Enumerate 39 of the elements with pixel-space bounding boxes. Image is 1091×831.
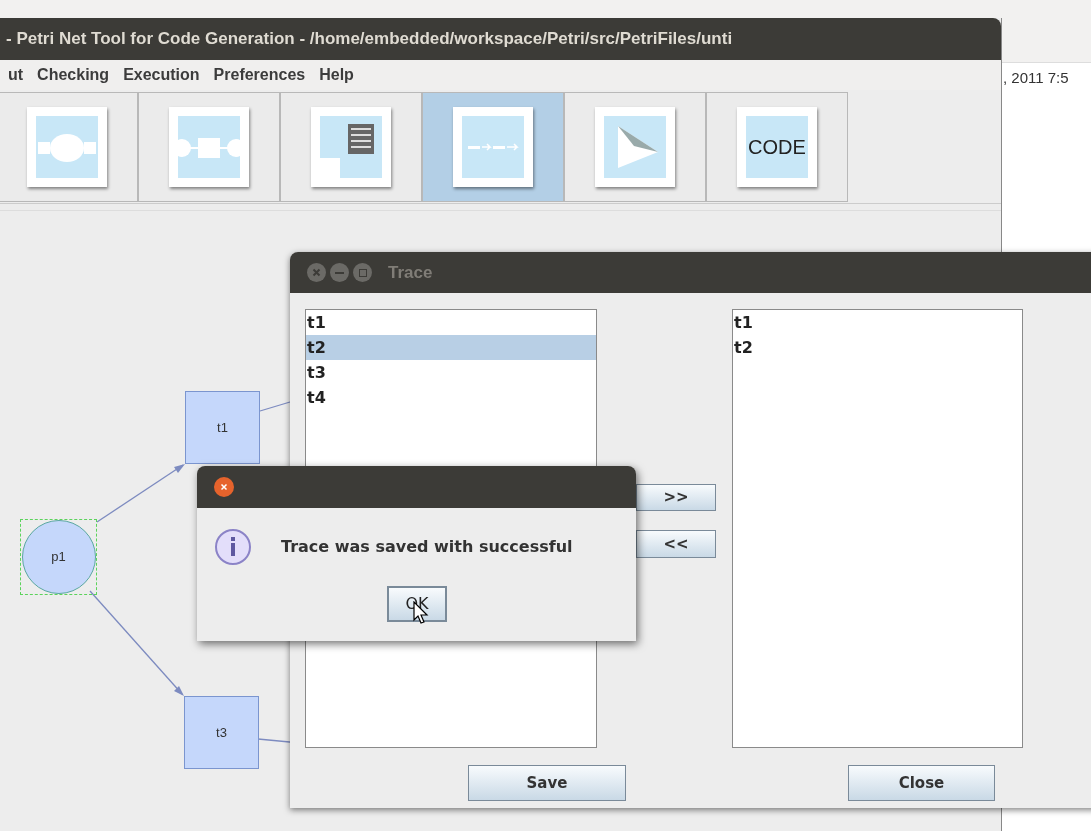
dialog-title: Trace xyxy=(388,261,433,284)
menu-item[interactable]: Preferences xyxy=(213,63,306,87)
transition-label: t3 xyxy=(216,723,227,742)
window-title: - Petri Net Tool for Code Generation - /home/embedded/workspace/Petri/src/PetriFiles/unti xyxy=(6,28,733,51)
transition-label: t1 xyxy=(217,418,228,437)
code-tool-label: CODE xyxy=(746,116,808,178)
menu-item[interactable]: ut xyxy=(8,63,24,87)
list-item[interactable]: t2 xyxy=(733,335,1022,360)
close-icon[interactable] xyxy=(214,477,234,497)
list-item[interactable]: t1 xyxy=(733,310,1022,335)
list-item[interactable]: t4 xyxy=(306,385,596,410)
menu-item[interactable]: Checking xyxy=(37,63,110,87)
date-text: , 2011 7:5 xyxy=(1003,68,1070,88)
toolbar-button[interactable] xyxy=(280,92,422,202)
transition-node[interactable]: t3 xyxy=(184,696,259,769)
trace-tool-icon xyxy=(462,116,524,178)
toolbar-button[interactable] xyxy=(422,92,564,202)
list-item[interactable]: t1 xyxy=(306,310,596,335)
transition-tool-icon xyxy=(178,116,240,178)
place-node[interactable]: p1 xyxy=(21,520,96,594)
remove-button[interactable]: << xyxy=(636,530,716,558)
toolbar-button[interactable]: CODE xyxy=(706,92,848,202)
place-label: p1 xyxy=(51,548,66,567)
list-item[interactable]: t2 xyxy=(306,335,596,360)
play-tool-icon xyxy=(604,116,666,178)
minimize-icon[interactable] xyxy=(330,263,349,282)
info-icon xyxy=(214,528,252,566)
message-text: Trace was saved with successful xyxy=(281,536,573,558)
menu-item[interactable]: Execution xyxy=(123,63,200,87)
maximize-icon[interactable] xyxy=(353,263,372,282)
transition-node[interactable]: t1 xyxy=(185,391,260,464)
add-button[interactable]: >> xyxy=(636,484,716,511)
close-button[interactable]: Close xyxy=(848,765,995,801)
save-button[interactable]: Save xyxy=(468,765,626,801)
place-tool-icon xyxy=(36,116,98,178)
document-tool-icon xyxy=(320,116,382,178)
list-item[interactable]: t3 xyxy=(306,360,596,385)
toolbar-button[interactable] xyxy=(564,92,706,202)
menu-item[interactable]: Help xyxy=(319,63,354,87)
